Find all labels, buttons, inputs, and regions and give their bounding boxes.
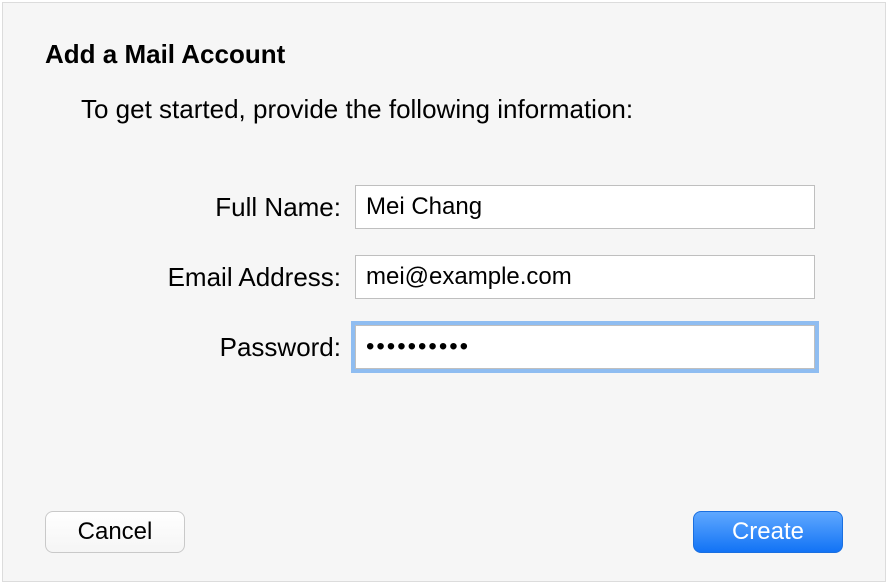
full-name-row: Full Name: <box>45 185 843 229</box>
cancel-button[interactable]: Cancel <box>45 511 185 553</box>
email-input[interactable] <box>355 255 815 299</box>
email-label: Email Address: <box>45 262 355 293</box>
create-button[interactable]: Create <box>693 511 843 553</box>
dialog-subtitle: To get started, provide the following in… <box>81 94 843 125</box>
add-mail-account-dialog: Add a Mail Account To get started, provi… <box>2 2 886 582</box>
dialog-title: Add a Mail Account <box>45 39 843 70</box>
email-row: Email Address: <box>45 255 843 299</box>
account-form: Full Name: Email Address: Password: ••••… <box>45 185 843 369</box>
password-input[interactable]: •••••••••• <box>355 325 815 369</box>
password-row: Password: •••••••••• <box>45 325 843 369</box>
password-label: Password: <box>45 332 355 363</box>
dialog-buttons: Cancel Create <box>45 511 843 553</box>
full-name-input[interactable] <box>355 185 815 229</box>
full-name-label: Full Name: <box>45 192 355 223</box>
